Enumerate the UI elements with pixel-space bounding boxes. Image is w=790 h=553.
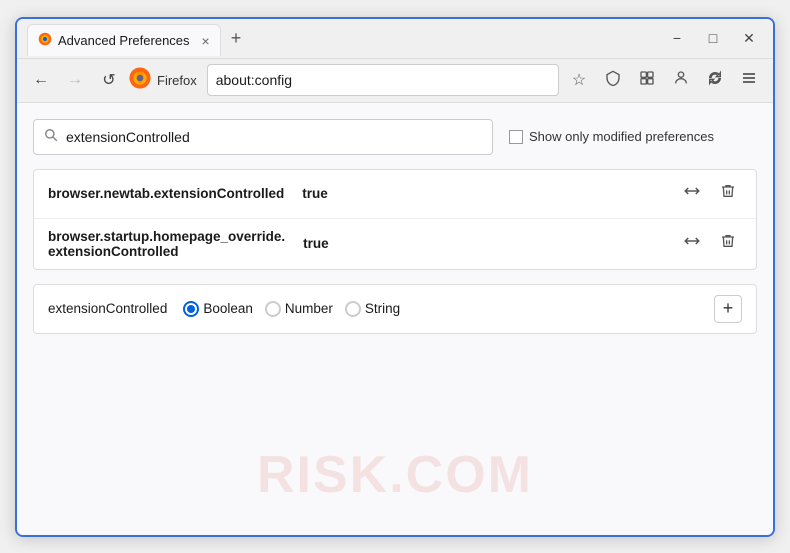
search-box[interactable]: extensionControlled (33, 119, 493, 155)
menu-button[interactable] (735, 66, 763, 94)
bookmark-star-button[interactable]: ☆ (565, 66, 593, 94)
browser-logo (129, 67, 151, 94)
show-modified-checkbox[interactable] (509, 130, 523, 144)
pref-value-1: true (302, 186, 328, 201)
toggle-button-2[interactable] (678, 230, 706, 258)
row-actions-2 (678, 230, 742, 258)
add-preference-row: extensionControlled Boolean Number Strin… (33, 284, 757, 334)
radio-number[interactable]: Number (265, 301, 333, 317)
add-preference-button[interactable]: + (714, 295, 742, 323)
extension-icon (639, 70, 655, 91)
titlebar: Advanced Preferences × + − □ ✕ (17, 19, 773, 59)
table-row: browser.startup.homepage_override. exten… (34, 219, 756, 269)
browser-name: Firefox (157, 73, 197, 88)
forward-button[interactable]: → (61, 66, 89, 94)
extension-button[interactable] (633, 66, 661, 94)
radio-string[interactable]: String (345, 301, 400, 317)
type-radio-group: Boolean Number String (183, 301, 400, 317)
star-icon: ☆ (572, 70, 586, 90)
radio-number-label: Number (285, 301, 333, 316)
radio-string-circle (345, 301, 361, 317)
content-area: RISK.COM extensionControlled Show only m… (17, 103, 773, 535)
delete-icon-2 (720, 233, 736, 254)
pref-name-2a: browser.startup.homepage_override. (48, 229, 285, 244)
shield-button[interactable] (599, 66, 627, 94)
show-modified-label: Show only modified preferences (529, 129, 714, 144)
hamburger-icon (741, 70, 757, 91)
profile-icon (673, 70, 689, 91)
toggle-icon-2 (683, 232, 701, 255)
radio-string-label: String (365, 301, 400, 316)
tab-favicon (38, 32, 52, 49)
radio-boolean-label: Boolean (203, 301, 253, 316)
row-actions-1 (678, 180, 742, 208)
pref-value-2: true (303, 236, 329, 251)
table-row: browser.newtab.extensionControlled true (34, 170, 756, 219)
results-table: browser.newtab.extensionControlled true (33, 169, 757, 270)
search-input[interactable]: extensionControlled (66, 129, 482, 145)
sync-button[interactable] (701, 66, 729, 94)
pref-name-2b: extensionControlled (48, 244, 285, 259)
browser-window: Advanced Preferences × + − □ ✕ ← → ↺ Fir… (15, 17, 775, 537)
sync-icon (707, 70, 723, 91)
address-bar[interactable]: about:config (207, 64, 559, 96)
shield-icon (605, 70, 621, 91)
close-button[interactable]: ✕ (735, 24, 763, 52)
pref-name-block-2: browser.startup.homepage_override. exten… (48, 229, 285, 259)
radio-number-circle (265, 301, 281, 317)
browser-tab[interactable]: Advanced Preferences × (27, 24, 221, 56)
refresh-button[interactable]: ↺ (95, 66, 123, 94)
toggle-button-1[interactable] (678, 180, 706, 208)
minimize-button[interactable]: − (663, 24, 691, 52)
profile-button[interactable] (667, 66, 695, 94)
new-tab-button[interactable]: + (225, 28, 248, 49)
watermark: RISK.COM (257, 445, 533, 505)
radio-boolean-circle (183, 301, 199, 317)
address-text: about:config (216, 72, 292, 88)
window-controls: − □ ✕ (663, 24, 763, 52)
new-pref-name: extensionControlled (48, 301, 167, 316)
search-icon (44, 128, 58, 145)
tab-close-button[interactable]: × (202, 33, 210, 49)
search-row: extensionControlled Show only modified p… (33, 119, 757, 155)
nav-icons: ☆ (565, 66, 763, 94)
delete-button-2[interactable] (714, 230, 742, 258)
navbar: ← → ↺ Firefox about:config ☆ (17, 59, 773, 103)
radio-boolean[interactable]: Boolean (183, 301, 253, 317)
pref-name-1: browser.newtab.extensionControlled (48, 186, 284, 201)
maximize-button[interactable]: □ (699, 24, 727, 52)
delete-icon-1 (720, 183, 736, 204)
delete-button-1[interactable] (714, 180, 742, 208)
tab-label: Advanced Preferences (58, 33, 190, 48)
toggle-icon-1 (683, 182, 701, 205)
show-modified-row: Show only modified preferences (509, 129, 714, 144)
back-button[interactable]: ← (27, 66, 55, 94)
